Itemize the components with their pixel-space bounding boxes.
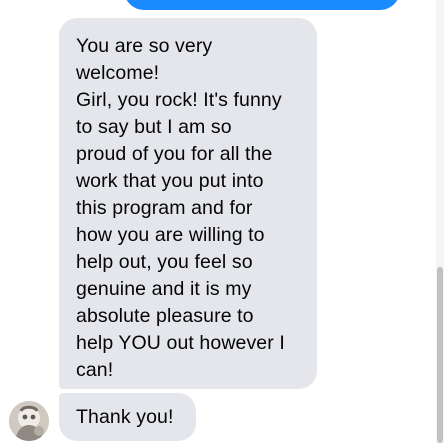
message-line: this program and for (76, 197, 253, 219)
message-line: genuine and it is my (76, 278, 252, 300)
scrollbar-track[interactable] (436, 0, 444, 443)
contact-avatar[interactable] (9, 401, 49, 441)
chat-conversation: You are so very welcome! Girl, you rock!… (0, 0, 444, 443)
scrollbar-thumb[interactable] (437, 267, 443, 443)
message-line: work that you put into (76, 170, 264, 192)
message-line: can! (76, 359, 114, 381)
message-line: help YOU out however I (76, 332, 285, 354)
message-line: absolute pleasure to (76, 305, 254, 327)
incoming-message-bubble[interactable]: Thank you! (59, 393, 196, 441)
incoming-message-bubble[interactable]: You are so very welcome! Girl, you rock!… (59, 18, 317, 389)
message-line: You are so very (76, 35, 213, 57)
message-line: proud of you for all the (76, 143, 273, 165)
message-text: Thank you! (76, 406, 174, 428)
message-line: how you are willing to (76, 224, 265, 246)
message-line: welcome! (76, 62, 160, 84)
message-line: to say but I am so (76, 116, 232, 138)
message-line: Girl, you rock! It's funny (76, 89, 282, 111)
contact-avatar-photo-icon (9, 401, 49, 441)
message-line: help out, you feel so (76, 251, 253, 273)
outgoing-message-bubble[interactable] (124, 0, 400, 10)
